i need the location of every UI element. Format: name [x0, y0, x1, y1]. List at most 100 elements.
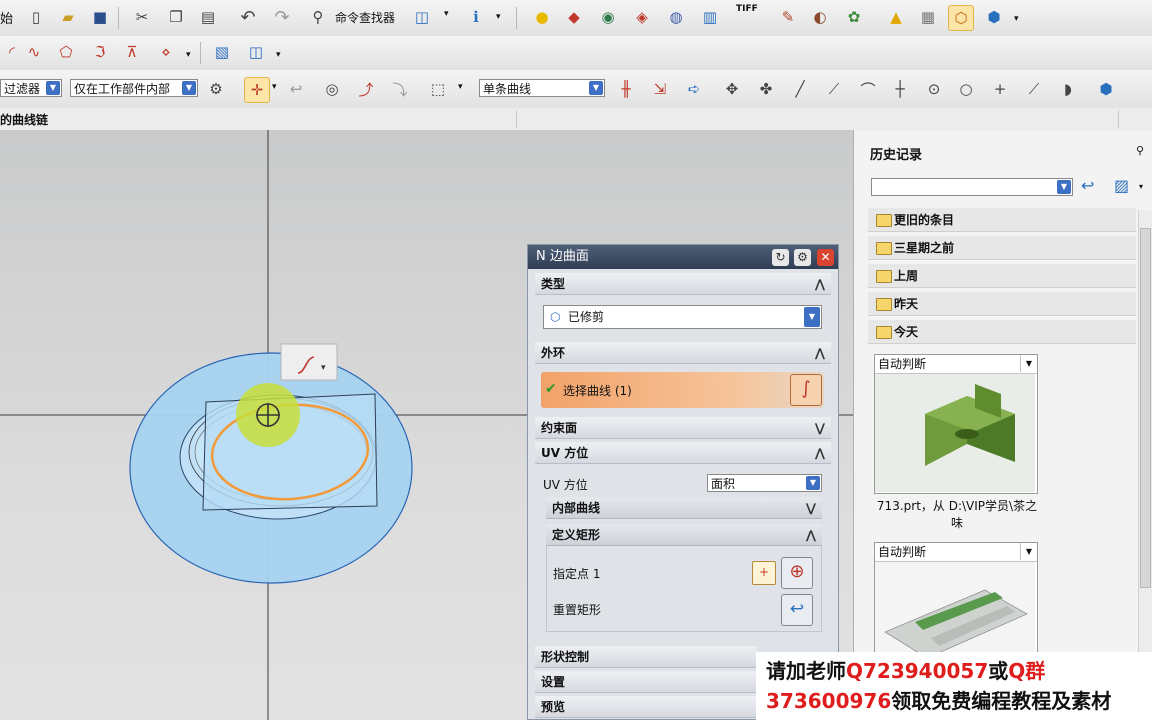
curve-select-button[interactable]: ∫ [790, 374, 822, 406]
chevron-up-icon[interactable]: ⋀ [815, 342, 825, 364]
render-icon[interactable]: ◈ [630, 5, 654, 29]
history-group-older[interactable]: 更旧的条目 [868, 208, 1136, 232]
assembly-filter-icon[interactable]: ⚙ [204, 77, 228, 101]
cube-icon[interactable]: ⬢ [982, 5, 1006, 29]
toolbar-start-label[interactable]: 始 [0, 8, 13, 27]
offset-curve-icon[interactable]: ⊼ [120, 40, 144, 64]
select-face-icon[interactable]: ⤵ [388, 77, 412, 101]
intersection-icon[interactable]: ┼ [888, 77, 912, 101]
history-thumbnail-2[interactable]: 自动判断 ▼ [874, 542, 1038, 664]
midpoint-icon[interactable]: ⟋ [822, 77, 846, 101]
view-icon[interactable]: ◫ [410, 5, 434, 29]
existing-point-icon[interactable]: + [988, 77, 1012, 101]
paste-icon[interactable]: ▤ [196, 5, 220, 29]
arc-center-icon[interactable]: ⊙ [922, 77, 946, 101]
undo-icon[interactable]: ↶ [236, 5, 260, 29]
uv-orientation-dropdown[interactable]: 面积 ▼ [707, 474, 822, 492]
snap-point-icon[interactable]: ✛ [244, 77, 270, 103]
command-finder-icon[interactable]: ⚲ [306, 5, 330, 29]
arrow-right-icon[interactable]: ➪ [682, 77, 706, 101]
bounding-box-icon[interactable]: ⬢ [1094, 77, 1118, 101]
chevron-down-icon[interactable]: ▾ [186, 50, 191, 60]
chevron-down-icon[interactable]: ▾ [272, 82, 277, 92]
curve-tool-icon[interactable]: ℑ [88, 40, 112, 64]
history-scrollbar[interactable] [1138, 210, 1152, 720]
dialog-title-bar[interactable]: N 边曲面 ↻ ⚙ ✕ [528, 245, 838, 269]
follow-fillet-icon[interactable]: ⇲ [648, 77, 672, 101]
group-uv-orientation[interactable]: UV 方位 ⋀ [535, 442, 831, 464]
quadrant-icon[interactable]: ○ [954, 77, 978, 101]
history-search-dropdown[interactable]: ▼ [871, 178, 1073, 196]
chevron-up-icon[interactable]: ⋀ [806, 524, 816, 546]
snap-end-icon[interactable]: ✤ [754, 77, 778, 101]
subgroup-inner-curve[interactable]: 内部曲线 ⋁ [546, 497, 822, 519]
chevron-down-icon[interactable]: ▾ [458, 82, 463, 92]
back-icon[interactable]: ↩ [1081, 176, 1094, 195]
group-type[interactable]: 类型 ⋀ [535, 273, 831, 295]
chevron-down-icon[interactable]: ⋁ [815, 417, 825, 439]
subgroup-define-rect[interactable]: 定义矩形 ⋀ [546, 524, 822, 546]
point-on-face-icon[interactable]: ◗ [1056, 77, 1080, 101]
bulb-icon[interactable]: ● [530, 5, 554, 29]
control-point-icon[interactable]: ⌒ [856, 77, 880, 101]
history-group-three-weeks[interactable]: 三星期之前 [868, 236, 1136, 260]
group-constraint-face[interactable]: 约束面 ⋁ [535, 417, 831, 439]
surface-icon[interactable]: ▧ [210, 40, 234, 64]
camera-icon[interactable]: ◉ [596, 5, 620, 29]
chevron-up-icon[interactable]: ⋀ [815, 442, 825, 464]
image-view-icon[interactable]: ▨ [1114, 176, 1129, 195]
palette-icon[interactable]: ◐ [808, 5, 832, 29]
snap-point-button[interactable]: ⊕ [781, 557, 813, 589]
history-group-last-week[interactable]: 上周 [868, 264, 1136, 288]
cut-icon[interactable]: ✂ [130, 5, 154, 29]
history-group-today[interactable]: 今天 [868, 320, 1136, 344]
chevron-up-icon[interactable]: ⋀ [815, 273, 825, 295]
snap-icon[interactable]: ✥ [720, 77, 744, 101]
history-thumbnail-1[interactable]: 自动判断 ▼ [874, 354, 1038, 494]
chevron-down-icon[interactable]: ▾ [496, 12, 501, 22]
select-edge-icon[interactable]: ⤴ [354, 77, 378, 101]
rectangle-select-icon[interactable]: ⬚ [426, 77, 450, 101]
tiff-label[interactable]: TIFF [736, 4, 758, 14]
chevron-down-icon[interactable]: ▾ [276, 50, 281, 60]
scope-dropdown[interactable]: 仅在工作部件内部 ▼ [70, 79, 198, 97]
studio-icon[interactable]: ◍ [664, 5, 688, 29]
info-icon[interactable]: ℹ [464, 5, 488, 29]
copy-icon[interactable]: ❐ [164, 5, 188, 29]
curve-rule-dropdown[interactable]: 单条曲线 ▼ [479, 79, 605, 97]
polygon-icon[interactable]: ⬠ [54, 40, 78, 64]
shape-icon[interactable]: ◆ [562, 5, 586, 29]
stop-at-intersection-icon[interactable]: ╫ [614, 77, 638, 101]
group-settings[interactable]: 设置 [535, 671, 757, 693]
parts-icon[interactable]: ▦ [916, 5, 940, 29]
color-wheel-icon[interactable]: ✿ [842, 5, 866, 29]
reset-icon[interactable]: ↻ [772, 249, 789, 266]
chevron-down-icon[interactable]: ▾ [1014, 14, 1019, 24]
reset-rect-button[interactable]: ↩ [781, 594, 813, 626]
return-icon[interactable]: ↩ [284, 77, 308, 101]
arc-icon[interactable]: ◜ [0, 40, 24, 64]
line-icon[interactable]: ╱ [788, 77, 812, 101]
chevron-down-icon[interactable]: ⋁ [806, 497, 816, 519]
redo-icon[interactable]: ↷ [270, 5, 294, 29]
gear-icon[interactable]: ⚙ [794, 249, 811, 266]
point-on-curve-icon[interactable]: ⟋ [1022, 77, 1046, 101]
close-icon[interactable]: ✕ [817, 249, 834, 266]
select-curve-row[interactable]: ✔ 选择曲线 (1) ∫ [541, 372, 824, 408]
open-folder-icon[interactable]: ▰ [56, 5, 80, 29]
type-dropdown[interactable]: ⬡ 已修剪 ▼ [543, 305, 822, 329]
new-file-icon[interactable]: ▯ [24, 5, 48, 29]
cone-icon[interactable]: ▲ [884, 5, 908, 29]
export-icon[interactable]: ▥ [698, 5, 722, 29]
paint-icon[interactable]: ✎ [776, 5, 800, 29]
point-constructor-button[interactable]: + [752, 561, 776, 585]
chevron-down-icon[interactable]: ▾ [1139, 182, 1143, 191]
history-group-yesterday[interactable]: 昨天 [868, 292, 1136, 316]
project-curve-icon[interactable]: ⋄ [154, 40, 178, 64]
pin-icon[interactable]: ⚲ [1136, 144, 1144, 157]
box-icon[interactable]: ⬡ [948, 5, 974, 31]
group-preview[interactable]: 预览 [535, 696, 757, 718]
select-body-icon[interactable]: ◎ [320, 77, 344, 101]
filter-dropdown[interactable]: 过滤器 ▼ [0, 79, 62, 97]
group-shape-control[interactable]: 形状控制 [535, 646, 757, 668]
